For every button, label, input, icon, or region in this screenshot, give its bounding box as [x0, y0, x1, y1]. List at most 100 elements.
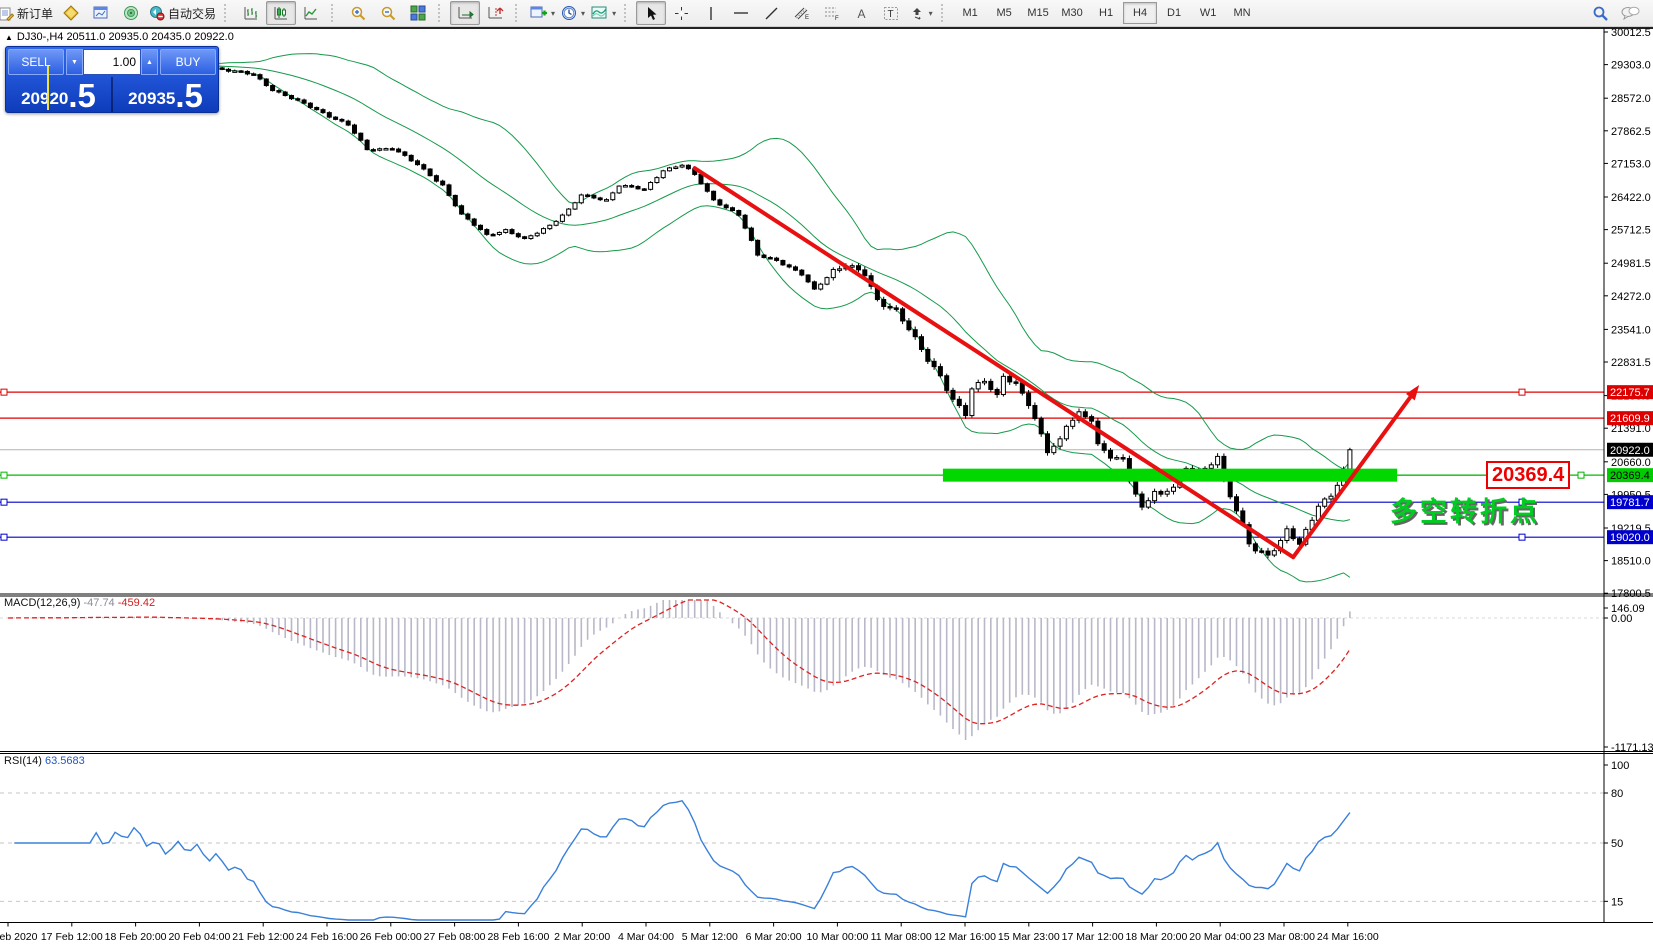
svg-text:20369.4: 20369.4 — [1610, 470, 1650, 482]
chart-shift-button[interactable] — [480, 1, 510, 25]
indicators-button[interactable] — [56, 1, 86, 25]
timeframe-m15[interactable]: M15 — [1021, 2, 1055, 24]
chart-canvas[interactable]: 30012.529303.028572.027862.527153.026422… — [0, 0, 1653, 949]
line-chart-mode-button[interactable] — [296, 1, 326, 25]
svg-text:22175.7: 22175.7 — [1610, 387, 1650, 399]
buy-price[interactable]: 20935.5 — [111, 77, 218, 112]
svg-text:21 Feb 12:00: 21 Feb 12:00 — [232, 931, 294, 943]
sell-price[interactable]: 20920.5 — [6, 77, 111, 112]
macd-panel — [8, 600, 1350, 740]
rsi-value: 63.5683 — [45, 755, 85, 767]
autotrade-button[interactable]: 自动交易 — [146, 1, 219, 25]
timeframe-m5[interactable]: M5 — [987, 2, 1021, 24]
zoom-in-icon — [350, 5, 367, 22]
svg-text:24981.5: 24981.5 — [1611, 258, 1651, 270]
volume-input[interactable]: 1.00 — [83, 49, 141, 75]
cursor-icon — [644, 6, 658, 21]
equidistant-channel-icon: E — [793, 5, 810, 21]
new-order-button[interactable]: 新订单 — [0, 1, 56, 25]
dropdown-caret-icon: ▾ — [551, 9, 555, 18]
svg-text:A: A — [857, 7, 865, 21]
candlestick-mode-button[interactable] — [266, 1, 296, 25]
price-axis: 30012.529303.028572.027862.527153.026422… — [1604, 27, 1653, 908]
support-price-label[interactable]: 20369.4 — [1486, 461, 1570, 489]
svg-text:20660.0: 20660.0 — [1611, 457, 1651, 469]
zoom-out-button[interactable] — [373, 1, 403, 25]
svg-text:26 Feb 00:00: 26 Feb 00:00 — [360, 931, 422, 943]
charts-button[interactable] — [86, 1, 116, 25]
candlestick-icon — [273, 5, 289, 21]
trendline-tool-button[interactable] — [756, 1, 786, 25]
text-icon: A — [855, 6, 868, 21]
zoom-in-button[interactable] — [343, 1, 373, 25]
toolbar-separator — [438, 4, 447, 22]
tile-windows-button[interactable] — [403, 1, 433, 25]
timeframe-h1[interactable]: H1 — [1089, 2, 1123, 24]
horizontal-line-tool-button[interactable] — [726, 1, 756, 25]
svg-text:30012.5: 30012.5 — [1611, 27, 1651, 39]
svg-text:18510.0: 18510.0 — [1611, 556, 1651, 568]
dropdown-caret-icon: ▾ — [581, 9, 585, 18]
bar-chart-mode-button[interactable] — [236, 1, 266, 25]
svg-text:6 Mar 20:00: 6 Mar 20:00 — [746, 931, 802, 943]
timeframe-w1[interactable]: W1 — [1191, 2, 1225, 24]
fibonacci-icon: F — [823, 5, 840, 21]
vertical-line-tool-button[interactable] — [696, 1, 726, 25]
template-icon — [591, 5, 608, 21]
svg-text:E: E — [805, 15, 809, 21]
dropdown-caret-icon: ▾ — [612, 9, 616, 18]
buy-price-fraction: .5 — [175, 82, 203, 110]
svg-text:14 Feb 2020: 14 Feb 2020 — [0, 931, 38, 943]
new-chart-button[interactable]: ▾ — [527, 1, 558, 25]
volume-decrease-button[interactable]: ▼ — [66, 49, 83, 75]
timeframe-mn[interactable]: MN — [1225, 2, 1259, 24]
chat-icon — [1620, 5, 1640, 21]
collapse-arrow-icon[interactable]: ▲ — [5, 33, 13, 42]
buy-button[interactable]: BUY — [160, 49, 216, 75]
market-watch-button[interactable] — [116, 1, 146, 25]
auto-scroll-icon — [457, 5, 474, 21]
svg-text:11 Mar 08:00: 11 Mar 08:00 — [871, 931, 932, 943]
dropdown-caret-icon: ▾ — [929, 9, 933, 18]
svg-text:T: T — [888, 9, 894, 20]
horizontal-line-icon — [733, 6, 749, 20]
svg-text:27153.0: 27153.0 — [1611, 158, 1651, 170]
trendline-icon — [764, 6, 779, 21]
svg-text:20 Feb 04:00: 20 Feb 04:00 — [168, 931, 230, 943]
new-order-icon — [0, 6, 14, 21]
fibonacci-tool-button[interactable]: F — [816, 1, 846, 25]
bar-chart-icon — [243, 5, 259, 21]
svg-text:19020.0: 19020.0 — [1610, 532, 1650, 544]
svg-text:25712.5: 25712.5 — [1611, 225, 1651, 237]
auto-scroll-button[interactable] — [450, 1, 480, 25]
sell-button[interactable]: SELL — [8, 49, 64, 75]
timeframe-m1[interactable]: M1 — [953, 2, 987, 24]
volume-increase-button[interactable]: ▲ — [141, 49, 158, 75]
macd-value: -47.74 — [83, 597, 114, 609]
toolbar: 新订单 自动交易 — [0, 0, 1653, 27]
templates-button[interactable]: ▾ — [588, 1, 619, 25]
periods-button[interactable]: ▾ — [558, 1, 588, 25]
crosshair-tool-button[interactable] — [666, 1, 696, 25]
chat-button[interactable] — [1615, 1, 1645, 25]
arrows-tool-button[interactable]: ▾ — [906, 1, 936, 25]
text-label-icon: T — [883, 6, 899, 21]
svg-text:17 Mar 12:00: 17 Mar 12:00 — [1062, 931, 1124, 943]
svg-text:2 Mar 20:00: 2 Mar 20:00 — [554, 931, 610, 943]
cursor-tool-button[interactable] — [636, 1, 666, 25]
timeframe-h4[interactable]: H4 — [1123, 2, 1157, 24]
toolbar-separator — [331, 4, 340, 22]
svg-text:24272.0: 24272.0 — [1611, 291, 1651, 303]
search-button[interactable] — [1585, 1, 1615, 25]
svg-text:5 Mar 12:00: 5 Mar 12:00 — [682, 931, 738, 943]
channel-tool-button[interactable]: E — [786, 1, 816, 25]
svg-text:50: 50 — [1611, 838, 1623, 850]
timeframe-d1[interactable]: D1 — [1157, 2, 1191, 24]
timeframe-m30[interactable]: M30 — [1055, 2, 1089, 24]
tile-windows-icon — [410, 5, 426, 21]
pivot-annotation-text[interactable]: 多空转折点 — [1390, 490, 1540, 529]
text-label-tool-button[interactable]: T — [876, 1, 906, 25]
text-tool-button[interactable]: A — [846, 1, 876, 25]
radar-icon — [123, 5, 139, 21]
svg-text:0.00: 0.00 — [1611, 613, 1632, 625]
